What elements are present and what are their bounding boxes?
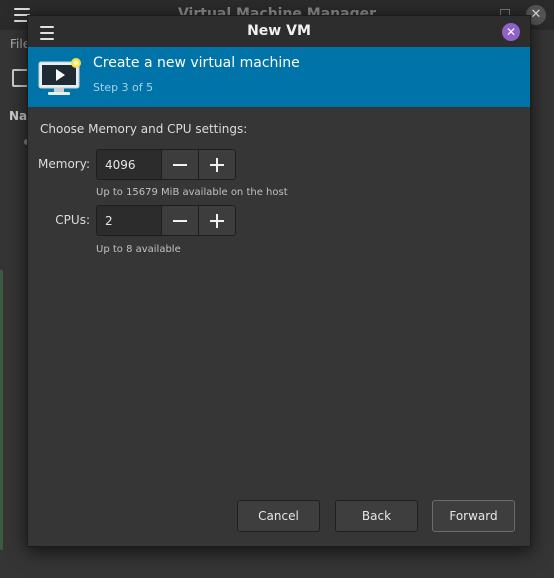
cpus-increment-button[interactable] xyxy=(199,205,236,236)
memory-hint: Up to 15679 MiB available on the host xyxy=(96,187,288,198)
banner-title: Create a new virtual machine xyxy=(93,55,300,71)
back-button[interactable]: Back xyxy=(335,500,418,532)
cancel-button[interactable]: Cancel xyxy=(237,500,320,532)
dialog-title: New VM xyxy=(247,23,311,39)
cpus-decrement-button[interactable] xyxy=(162,205,199,236)
cpus-label: CPUs: xyxy=(55,213,90,227)
plus-icon xyxy=(210,213,224,228)
cpus-hint: Up to 8 available xyxy=(96,244,181,255)
cpus-input[interactable] xyxy=(96,205,162,236)
settings-heading: Choose Memory and CPU settings: xyxy=(40,122,248,136)
memory-decrement-button[interactable] xyxy=(162,149,199,180)
banner-step: Step 3 of 5 xyxy=(93,81,154,94)
dialog-titlebar: New VM ✕ xyxy=(28,16,530,47)
new-vm-dialog: New VM ✕ Create a new virtual machine St… xyxy=(27,15,531,547)
dialog-close-button[interactable]: ✕ xyxy=(502,23,520,41)
memory-input[interactable] xyxy=(96,149,162,180)
parent-column-header[interactable]: Na xyxy=(9,109,27,123)
memory-label: Memory: xyxy=(38,157,90,171)
minus-icon xyxy=(173,163,187,166)
plus-icon xyxy=(210,157,224,172)
wizard-banner: Create a new virtual machine Step 3 of 5 xyxy=(28,47,530,107)
minus-icon xyxy=(173,219,187,222)
memory-increment-button[interactable] xyxy=(199,149,236,180)
vm-screen-icon xyxy=(38,58,81,95)
forward-button[interactable]: Forward xyxy=(432,500,515,532)
parent-edge-decoration xyxy=(0,270,3,550)
